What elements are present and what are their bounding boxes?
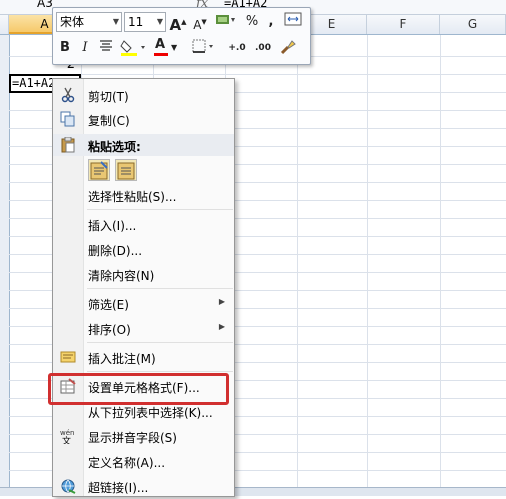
font-color-button[interactable]: A ▼ [153,37,181,58]
font-name-value: 宋体 [60,15,85,29]
menu-item-label: 剪切(T) [88,90,129,104]
format-painter-icon [280,40,296,55]
italic-button[interactable]: I [77,38,93,58]
paint-bucket-icon [120,40,145,56]
font-size-box[interactable]: 11 ▼ [124,12,166,32]
increase-decimal-button[interactable]: +.0 [225,38,249,58]
grid-line [297,35,298,495]
menu-separator [87,342,233,343]
paste-options-header: 粘贴选项: [53,134,234,156]
hyperlink-icon [60,478,76,494]
clipboard-icon [60,136,76,153]
highlight-annotation [48,373,229,405]
align-center-icon [100,40,112,51]
menu-item-label: 粘贴选项: [88,140,141,154]
font-color-swatch [154,53,168,56]
menu-item-label: 删除(D)... [88,244,143,258]
menu-item-paste-special[interactable]: 选择性粘贴(S)... [53,184,234,206]
merge-cells-icon [284,12,302,26]
copy-icon [60,111,76,127]
menu-separator [87,371,233,372]
menu-item-delete[interactable]: 删除(D)... [53,238,234,260]
menu-item-label: 插入(I)... [88,219,137,233]
menu-item-hyperlink[interactable]: 超链接(I)... [53,475,234,497]
menu-item-label: 显示拼音字段(S) [88,431,177,445]
submenu-arrow-icon: ▶ [218,322,225,331]
menu-item-define-name[interactable]: 定义名称(A)... [53,450,234,472]
chevron-down-icon[interactable]: ▼ [113,13,119,31]
menu-item-label: 超链接(I)... [88,481,149,495]
fill-color-button[interactable] [119,38,149,58]
menu-item-label: 插入批注(M) [88,352,156,366]
paste-option-button[interactable] [88,159,110,181]
menu-item-insert-comment[interactable]: 插入批注(M) [53,346,234,368]
merge-center-button[interactable] [282,12,304,32]
menu-item-insert[interactable]: 插入(I)... [53,213,234,235]
shrink-font-button[interactable]: A▼ [191,12,209,32]
grid-line [9,74,506,75]
format-painter-button[interactable] [277,38,299,58]
row-headers[interactable] [0,35,10,495]
chevron-down-icon[interactable]: ▼ [171,38,177,58]
menu-item-sort[interactable]: 排序(O) ▶ [53,317,234,339]
percent-button[interactable]: % [243,12,261,32]
column-header-g[interactable]: G [440,15,506,34]
menu-item-label: 筛选(E) [88,298,129,312]
comma-button[interactable]: , [263,12,279,32]
grid-line [440,35,441,495]
menu-item-cut[interactable]: 剪切(T) [53,84,234,106]
comment-icon [60,349,76,365]
svg-text:文: 文 [62,435,71,444]
menu-item-label: 复制(C) [88,114,130,128]
currency-format-icon [216,15,235,24]
menu-item-show-phonetic[interactable]: wén 文 显示拼音字段(S) [53,425,234,447]
menu-item-label: 从下拉列表中选择(K)... [88,406,213,420]
font-size-value: 11 [128,15,144,29]
phonetic-icon: wén 文 [60,428,76,447]
scissors-icon [60,87,76,103]
context-menu: 剪切(T) 复制(C) 粘贴选项: 选择性粘贴(S)... 插入(I)... 删… [52,78,235,497]
menu-item-clear-contents[interactable]: 清除内容(N) [53,263,234,285]
menu-separator [87,209,233,210]
menu-separator [87,288,233,289]
center-align-button[interactable] [97,38,115,58]
paste-icon [90,161,108,180]
grow-font-button[interactable]: A▲ [169,12,187,34]
font-name-box[interactable]: 宋体 ▼ [56,12,122,32]
select-all-corner[interactable] [0,15,9,34]
menu-item-label: 排序(O) [88,323,131,337]
borders-button[interactable] [191,38,217,58]
svg-text:wén: wén [60,429,74,437]
number-format-button[interactable] [213,12,239,32]
menu-item-label: 定义名称(A)... [88,456,166,470]
menu-item-filter[interactable]: 筛选(E) ▶ [53,292,234,314]
font-color-letter: A [155,37,166,52]
chevron-down-icon[interactable]: ▼ [157,13,163,31]
menu-item-label: 选择性粘贴(S)... [88,190,177,204]
paste-values-icon [117,162,135,180]
menu-item-label: 清除内容(N) [88,269,155,283]
decrease-decimal-button[interactable]: .00 [251,38,275,58]
mini-toolbar: 宋体 ▼ 11 ▼ A▲ A▼ % , B I A ▼ +.0 .00 [52,7,311,65]
paste-values-button[interactable] [115,159,137,181]
column-header-f[interactable]: F [367,15,440,34]
submenu-arrow-icon: ▶ [218,297,225,306]
grid-line [367,35,368,495]
menu-item-copy[interactable]: 复制(C) [53,108,234,130]
borders-icon [192,39,213,53]
bold-button[interactable]: B [57,38,73,58]
